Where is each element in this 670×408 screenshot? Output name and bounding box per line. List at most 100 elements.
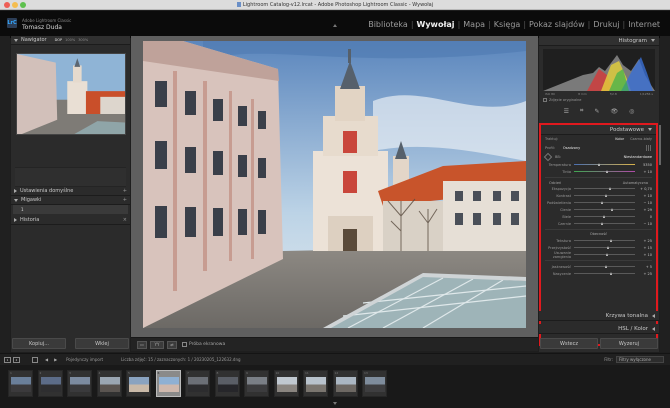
edit-sliders-icon[interactable]: ☰ (564, 108, 569, 115)
filmstrip-thumbnail[interactable]: 9 (244, 370, 269, 397)
filmstrip-thumbnail[interactable]: 6 (155, 370, 181, 397)
navigator-preview[interactable] (15, 53, 126, 135)
basic-header[interactable]: Podstawowe (541, 125, 656, 135)
slider-value[interactable]: + 5 (638, 265, 652, 269)
back-arrow-icon[interactable]: ◀ (45, 357, 48, 362)
slider-value[interactable]: + 29 (638, 208, 653, 212)
zoom-100-option[interactable]: 100% (65, 38, 75, 42)
zoom-300-option[interactable]: 300% (78, 38, 88, 42)
module-slideshow[interactable]: Pokaz slajdów (527, 20, 587, 29)
filmstrip-thumbnail[interactable]: 8 (214, 370, 240, 397)
slider-value[interactable]: + 10 (638, 170, 653, 174)
right-panel-toggle[interactable] (660, 36, 670, 352)
slider-track[interactable] (574, 246, 635, 249)
slider-track[interactable] (574, 163, 635, 166)
history-header[interactable]: Historia × (11, 216, 130, 225)
slider-handle[interactable] (603, 215, 605, 218)
slider-track[interactable] (574, 201, 635, 204)
right-panel-scrollbar[interactable] (659, 125, 661, 165)
add-snapshot-icon[interactable]: + (123, 197, 127, 203)
slider-track[interactable] (574, 239, 635, 242)
navigator-header[interactable]: Nawigator DOP 100% 300% (11, 36, 130, 45)
slider-value[interactable]: 0 (638, 215, 652, 219)
slider-handle[interactable] (598, 163, 601, 166)
slider-handle[interactable] (610, 272, 613, 275)
treatment-color-option[interactable]: Kolor (615, 137, 624, 141)
filmstrip-source[interactable]: Pojedynczy import (66, 357, 103, 362)
collapse-filmstrip-icon[interactable] (333, 402, 337, 405)
collapse-top-panel-icon[interactable] (333, 24, 337, 27)
filmstrip-thumbnail[interactable]: 1 (8, 370, 33, 397)
filmstrip-thumbnail[interactable]: 11 (303, 370, 328, 397)
copy-button[interactable]: Kopiuj... (12, 338, 66, 349)
red-eye-icon[interactable]: 👁 (610, 108, 618, 115)
before-after-icon[interactable]: YY (150, 340, 164, 349)
slider-handle[interactable] (610, 208, 613, 211)
profile-browser-icon[interactable] (646, 144, 652, 151)
slider-value[interactable]: + 0,70 (638, 187, 652, 191)
slider-value[interactable]: 5350 (638, 163, 652, 167)
snapshot-item[interactable]: 1 (13, 205, 128, 214)
slider-value[interactable]: + 10 (638, 253, 653, 257)
clear-history-icon[interactable]: × (123, 217, 127, 223)
reset-button[interactable]: Wyzeruj (600, 338, 658, 349)
add-preset-icon[interactable]: + (123, 188, 127, 194)
image-canvas[interactable] (131, 36, 538, 337)
filter-select[interactable]: Filtry wyłączone (615, 356, 664, 363)
filmstrip-thumbnail[interactable]: 12 (332, 370, 358, 397)
slider-handle[interactable] (604, 265, 607, 268)
slider-handle[interactable] (610, 239, 613, 242)
crop-icon[interactable]: ⌗ (580, 107, 583, 115)
original-photo-checkbox[interactable] (543, 98, 547, 102)
slider-handle[interactable] (609, 187, 612, 190)
slider-handle[interactable] (600, 222, 603, 225)
module-web[interactable]: Internet (626, 20, 662, 29)
presets-header[interactable]: Ustawienia domyślne + (11, 187, 130, 196)
loupe-view-icon[interactable]: ▭ (137, 340, 147, 349)
paste-button[interactable]: Wklej (75, 338, 129, 349)
slider-track[interactable] (574, 215, 635, 218)
second-monitor-icon[interactable]: 2 (13, 356, 20, 363)
slider-value[interactable]: − 10 (638, 222, 653, 226)
slider-track[interactable] (574, 208, 635, 211)
healing-icon[interactable]: ✎ (594, 108, 599, 115)
slider-track[interactable] (574, 222, 635, 225)
slider-value[interactable]: + 25 (638, 239, 653, 243)
filmstrip-thumbnail[interactable]: 3 (67, 370, 92, 397)
eyedropper-icon[interactable] (543, 152, 553, 161)
soft-proof-checkbox[interactable] (182, 342, 187, 347)
main-photo[interactable] (143, 41, 526, 328)
module-map[interactable]: Mapa (461, 20, 487, 29)
slider-track[interactable] (574, 187, 635, 190)
left-panel-toggle[interactable] (0, 36, 10, 352)
treatment-bw-option[interactable]: Czarno-biały (630, 137, 652, 141)
slider-handle[interactable] (606, 253, 609, 256)
slider-track[interactable] (574, 170, 635, 173)
slider-handle[interactable] (606, 170, 609, 173)
filmstrip-thumbnail[interactable]: 13 (362, 370, 387, 397)
grid-view-icon[interactable] (32, 356, 38, 363)
slider-handle[interactable] (607, 246, 610, 249)
slider-track[interactable] (574, 272, 635, 275)
hsl-header[interactable]: HSL / Kolor (539, 324, 659, 334)
previous-button[interactable]: Wstecz (540, 338, 598, 349)
histogram-header[interactable]: Histogram (539, 36, 659, 46)
slider-track[interactable] (574, 194, 635, 197)
slider-track[interactable] (574, 253, 635, 256)
slider-track[interactable] (574, 265, 635, 268)
slider-value[interactable]: + 10 (638, 194, 653, 198)
main-monitor-icon[interactable]: 1 (4, 356, 11, 363)
filmstrip-thumbnail[interactable]: 7 (185, 370, 210, 397)
forward-arrow-icon[interactable]: ▶ (54, 357, 57, 362)
filmstrip-thumbnail[interactable]: 5 (126, 370, 151, 397)
masking-icon[interactable]: ◎ (629, 108, 634, 115)
module-print[interactable]: Drukuj (591, 20, 621, 29)
slider-handle[interactable] (600, 201, 603, 204)
wb-select[interactable]: Niestandardowe (624, 155, 652, 159)
snapshots-header[interactable]: Migawki + (11, 196, 130, 205)
module-book[interactable]: Księga (492, 20, 523, 29)
filmstrip-thumbnail[interactable]: 10 (273, 370, 299, 397)
slider-handle[interactable] (605, 194, 608, 197)
slider-value[interactable]: − 10 (638, 201, 653, 205)
tone-curve-header[interactable]: Krzywa tonalna (539, 311, 659, 321)
